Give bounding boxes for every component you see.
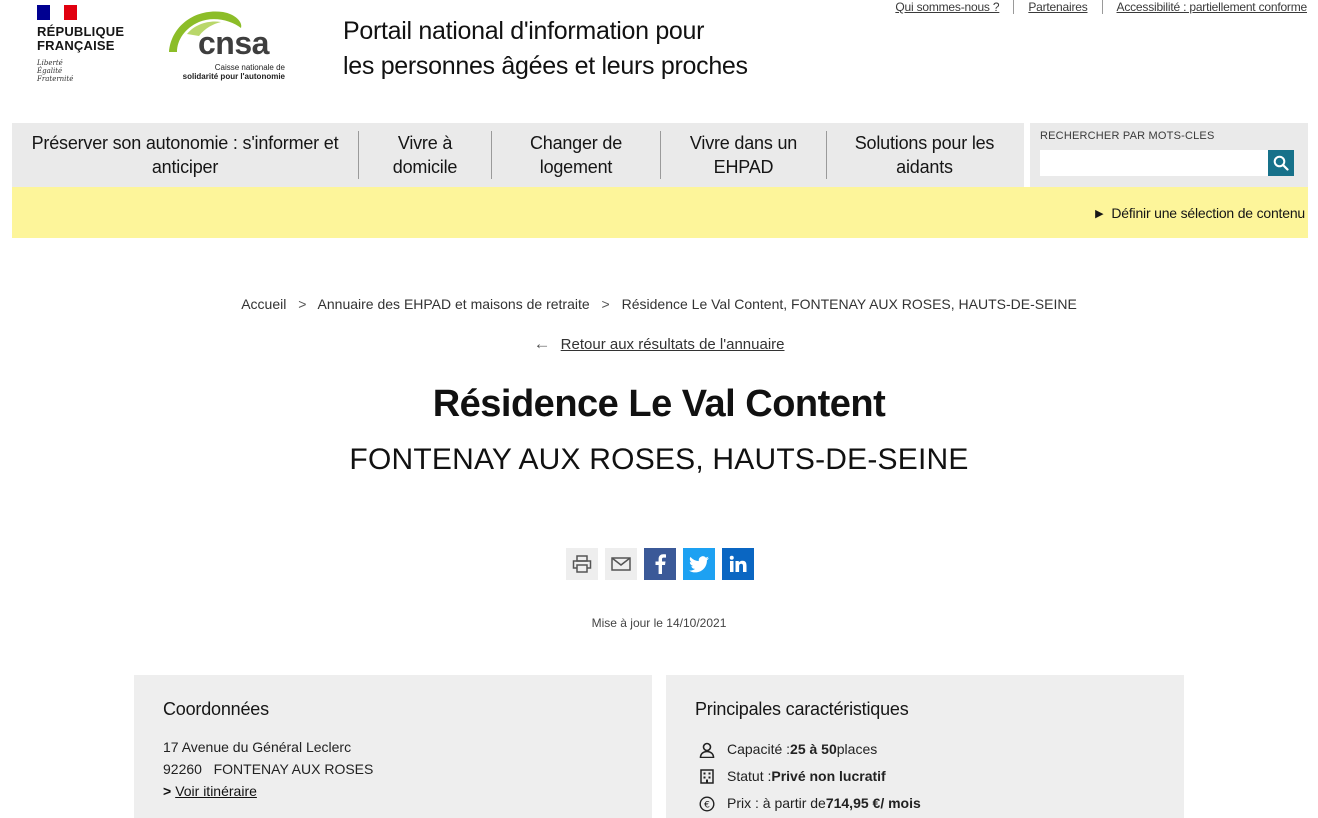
chevron-right-icon: > <box>298 296 307 312</box>
nav-item-ehpad-line1: Vivre dans un <box>689 133 798 153</box>
rf-motto-fraternite: Fraternité <box>37 75 74 83</box>
rf-name-line2: FRANÇAISE <box>37 38 115 53</box>
page-title: Résidence Le Val Content <box>432 383 886 425</box>
rf-motto-liberte: Liberté <box>37 59 63 67</box>
cnsa-wordmark: cnsa <box>198 25 269 61</box>
capacity-value: 25 à 50 <box>790 741 837 757</box>
rf-motto: Liberté Égalité Fraternité <box>37 59 137 83</box>
cnsa-subtitle: Caisse nationale de solidarité pour l'au… <box>165 63 285 81</box>
twitter-share-button[interactable] <box>683 548 715 580</box>
feature-price: € Prix : à partir de 714,95 €/ mois <box>695 790 1155 817</box>
main-nav: Préserver son autonomie : s'informer et a… <box>12 123 1024 187</box>
facebook-share-button[interactable] <box>644 548 676 580</box>
rf-name-line1: RÉPUBLIQUE <box>37 24 125 39</box>
linkedin-icon <box>729 555 747 572</box>
top-link-about[interactable]: Qui sommes-nous ? <box>881 0 1013 14</box>
chevron-right-icon: > <box>163 783 172 799</box>
nav-item-aidants-line1: Solutions pour les <box>854 133 995 153</box>
update-date: Mise à jour le 14/10/2021 <box>591 616 727 630</box>
portal-title: Portail national d'information pour les … <box>343 14 748 84</box>
itinerary: > Voir itinéraire <box>163 780 623 802</box>
selection-label: Définir une sélection de contenu <box>1111 205 1305 221</box>
selection-bar: ▶ Définir une sélection de contenu <box>12 187 1308 238</box>
nav-item-domicile[interactable]: Vivre à domicile <box>358 131 491 179</box>
portal-title-line2: les personnes âgées et leurs proches <box>343 52 748 80</box>
nav-item-ehpad-line2: EHPAD <box>713 157 774 177</box>
nav-item-autonomie[interactable]: Préserver son autonomie : s'informer et a… <box>12 131 358 179</box>
nav-item-logement[interactable]: Changer de logement <box>491 131 660 179</box>
itinerary-link[interactable]: Voir itinéraire <box>175 783 257 799</box>
contact-title: Coordonnées <box>163 699 269 719</box>
portal-title-line1: Portail national d'information pour <box>343 17 705 45</box>
nav-item-ehpad[interactable]: Vivre dans un EHPAD <box>660 131 826 179</box>
cnsa-sub-line1: Caisse nationale de <box>214 63 285 72</box>
address-line2: 92260 FONTENAY AUX ROSES <box>163 758 623 780</box>
marianne-flag-icon <box>37 5 77 20</box>
svg-text:€: € <box>704 800 710 810</box>
twitter-icon <box>689 555 709 572</box>
nav-item-autonomie-line1: Préserver son autonomie : s'informer et <box>31 133 339 153</box>
back-to-results: ← Retour aux résultats de l'annuaire <box>0 334 1318 354</box>
back-to-results-link[interactable]: Retour aux résultats de l'annuaire <box>561 336 785 353</box>
status-value: Privé non lucratif <box>771 768 886 784</box>
mail-icon <box>611 557 631 571</box>
search-label: RECHERCHER PAR MOTS-CLES <box>1040 130 1215 142</box>
rf-motto-egalite: Égalité <box>37 67 63 75</box>
nav-item-logement-line2: logement <box>539 157 613 177</box>
top-links: Qui sommes-nous ? Partenaires Accessibil… <box>881 0 1307 14</box>
linkedin-share-button[interactable] <box>722 548 754 580</box>
search-button[interactable] <box>1268 150 1294 176</box>
top-link-accessibility[interactable]: Accessibilité : partiellement conforme <box>1101 0 1307 14</box>
feature-capacity: Capacité : 25 à 50 places <box>695 736 1155 763</box>
facebook-icon <box>655 554 666 574</box>
building-icon <box>695 769 719 784</box>
breadcrumb-annuaire[interactable]: Annuaire des EHPAD et maisons de retrait… <box>318 296 590 312</box>
capacity-unit: places <box>836 741 878 757</box>
address-line1: 17 Avenue du Général Leclerc <box>163 739 352 755</box>
cnsa-logo[interactable]: cnsa Caisse nationale de solidarité pour… <box>165 8 295 88</box>
features-title: Principales caractéristiques <box>695 699 909 719</box>
page-subtitle: FONTENAY AUX ROSES, HAUTS-DE-SEINE <box>349 443 969 476</box>
nav-item-domicile-line1: Vivre à <box>397 133 453 153</box>
nav-item-aidants-line2: aidants <box>896 157 953 177</box>
nav-item-aidants[interactable]: Solutions pour les aidants <box>826 131 1022 179</box>
postal-code: 92260 <box>163 761 202 777</box>
breadcrumb: Accueil > Annuaire des EHPAD et maisons … <box>0 296 1318 312</box>
status-label: Statut : <box>727 768 772 784</box>
contact-card: Coordonnées 17 Avenue du Général Leclerc… <box>134 675 652 818</box>
print-icon <box>572 555 592 573</box>
triangle-right-icon: ▶ <box>1095 207 1104 220</box>
nav-item-logement-line1: Changer de <box>529 133 623 153</box>
share-bar <box>566 548 754 580</box>
top-link-partners[interactable]: Partenaires <box>1013 0 1101 14</box>
price-value: 714,95 €/ mois <box>825 795 921 811</box>
arrow-left-icon: ← <box>533 334 551 353</box>
selection-toggle[interactable]: ▶ Définir une sélection de contenu <box>1095 205 1305 221</box>
search-icon <box>1273 155 1289 171</box>
price-label: Prix : à partir de <box>727 795 826 811</box>
cnsa-sub-line2: solidarité pour l'autonomie <box>182 72 285 81</box>
nav-item-autonomie-line2: anticiper <box>151 157 219 177</box>
features-card: Principales caractéristiques Capacité : … <box>666 675 1184 818</box>
search-input[interactable] <box>1040 150 1268 176</box>
person-icon <box>695 742 719 758</box>
chevron-right-icon: > <box>601 296 610 312</box>
breadcrumb-current: Résidence Le Val Content, FONTENAY AUX R… <box>621 296 1077 312</box>
capacity-label: Capacité : <box>727 741 791 757</box>
print-button[interactable] <box>566 548 598 580</box>
city: FONTENAY AUX ROSES <box>213 761 374 777</box>
republique-francaise-logo[interactable]: RÉPUBLIQUE FRANÇAISE Liberté Égalité Fra… <box>37 5 137 83</box>
nav-item-domicile-line2: domicile <box>392 157 458 177</box>
euro-icon: € <box>695 795 719 812</box>
mail-button[interactable] <box>605 548 637 580</box>
search-box: RECHERCHER PAR MOTS-CLES <box>1030 123 1308 187</box>
breadcrumb-home[interactable]: Accueil <box>241 296 286 312</box>
feature-status: Statut : Privé non lucratif <box>695 763 1155 790</box>
